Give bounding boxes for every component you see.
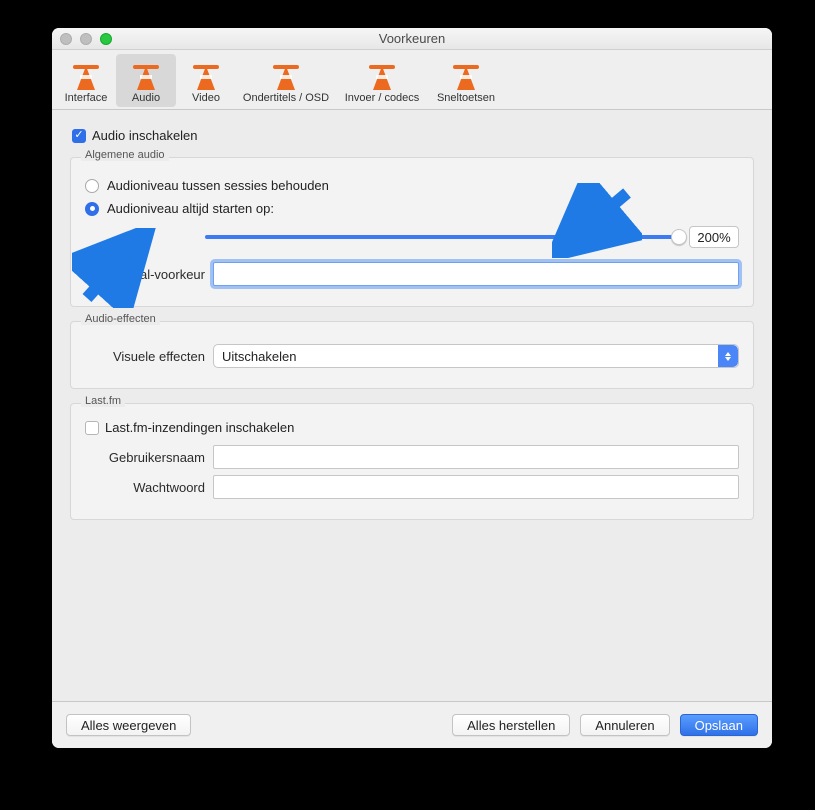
radio-start-level-row: Audioniveau altijd starten op:: [85, 201, 739, 216]
enable-audio-checkbox[interactable]: [72, 129, 86, 143]
visual-effects-label: Visuele effecten: [85, 349, 205, 364]
save-button[interactable]: Opslaan: [680, 714, 758, 736]
audio-language-input[interactable]: [213, 262, 739, 286]
group-general-audio-title: Algemene audio: [81, 149, 169, 161]
visual-effects-select[interactable]: Uitschakelen: [213, 344, 739, 368]
toolbar-item-label: Audio: [118, 92, 174, 104]
toolbar-item-hotkeys[interactable]: Sneltoetsen: [428, 54, 504, 107]
lastfm-username-row: Gebruikersnaam: [85, 445, 739, 469]
cone-icon: [77, 66, 95, 90]
zoom-icon[interactable]: [100, 33, 112, 45]
radio-start-level[interactable]: [85, 202, 99, 216]
toolbar-item-label: Invoer / codecs: [338, 92, 426, 104]
audio-language-row: Audiotaal-voorkeur: [85, 262, 739, 286]
preferences-window: Voorkeuren Interface Audio Video Onderti…: [52, 28, 772, 748]
group-general-audio: Algemene audio Audioniveau tussen sessie…: [70, 157, 754, 307]
cancel-button[interactable]: Annuleren: [580, 714, 669, 736]
group-lastfm-title: Last.fm: [81, 395, 125, 407]
toolbar-item-video[interactable]: Video: [176, 54, 236, 107]
toolbar-item-label: Interface: [58, 92, 114, 104]
chevron-updown-icon: [718, 345, 738, 367]
audio-language-label: Audiotaal-voorkeur: [85, 267, 205, 282]
slider-knob[interactable]: [671, 229, 687, 245]
visual-effects-row: Visuele effecten Uitschakelen: [85, 344, 739, 368]
group-audio-effects: Audio-effecten Visuele effecten Uitschak…: [70, 321, 754, 389]
window-controls: [60, 33, 112, 45]
group-lastfm: Last.fm Last.fm-inzendingen inschakelen …: [70, 403, 754, 520]
start-level-value[interactable]: 200%: [689, 226, 739, 248]
reset-all-button[interactable]: Alles herstellen: [452, 714, 570, 736]
radio-keep-level-row: Audioniveau tussen sessies behouden: [85, 178, 739, 193]
radio-keep-level[interactable]: [85, 179, 99, 193]
start-level-slider[interactable]: [205, 235, 679, 239]
toolbar-item-label: Video: [178, 92, 234, 104]
lastfm-password-input[interactable]: [213, 475, 739, 499]
radio-keep-level-label: Audioniveau tussen sessies behouden: [107, 178, 329, 193]
cone-icon: [373, 66, 391, 90]
radio-start-level-label: Audioniveau altijd starten op:: [107, 201, 274, 216]
footer: Alles weergeven Alles herstellen Annuler…: [52, 701, 772, 748]
toolbar-item-label: Sneltoetsen: [430, 92, 502, 104]
lastfm-enable-checkbox[interactable]: [85, 421, 99, 435]
window-title: Voorkeuren: [379, 31, 446, 46]
lastfm-username-input[interactable]: [213, 445, 739, 469]
lastfm-username-label: Gebruikersnaam: [85, 450, 205, 465]
titlebar: Voorkeuren: [52, 28, 772, 50]
toolbar-item-interface[interactable]: Interface: [56, 54, 116, 107]
lastfm-password-label: Wachtwoord: [85, 480, 205, 495]
content-area: Audio inschakelen Algemene audio Audioni…: [52, 110, 772, 701]
start-level-slider-row: 200%: [205, 226, 739, 248]
toolbar-item-label: Ondertitels / OSD: [238, 92, 334, 104]
enable-audio-row: Audio inschakelen: [72, 128, 752, 143]
toolbar-item-audio[interactable]: Audio: [116, 54, 176, 107]
enable-audio-label: Audio inschakelen: [92, 128, 198, 143]
toolbar-item-input-codecs[interactable]: Invoer / codecs: [336, 54, 428, 107]
cone-icon: [197, 66, 215, 90]
minimize-icon[interactable]: [80, 33, 92, 45]
cone-icon: [457, 66, 475, 90]
lastfm-password-row: Wachtwoord: [85, 475, 739, 499]
group-audio-effects-title: Audio-effecten: [81, 313, 160, 325]
cone-icon: [137, 66, 155, 90]
close-icon[interactable]: [60, 33, 72, 45]
toolbar: Interface Audio Video Ondertitels / OSD …: [52, 50, 772, 110]
cone-icon: [277, 66, 295, 90]
lastfm-enable-row: Last.fm-inzendingen inschakelen: [85, 420, 739, 435]
visual-effects-value: Uitschakelen: [222, 349, 296, 364]
toolbar-item-subtitles[interactable]: Ondertitels / OSD: [236, 54, 336, 107]
lastfm-enable-label: Last.fm-inzendingen inschakelen: [105, 420, 294, 435]
show-all-button[interactable]: Alles weergeven: [66, 714, 191, 736]
